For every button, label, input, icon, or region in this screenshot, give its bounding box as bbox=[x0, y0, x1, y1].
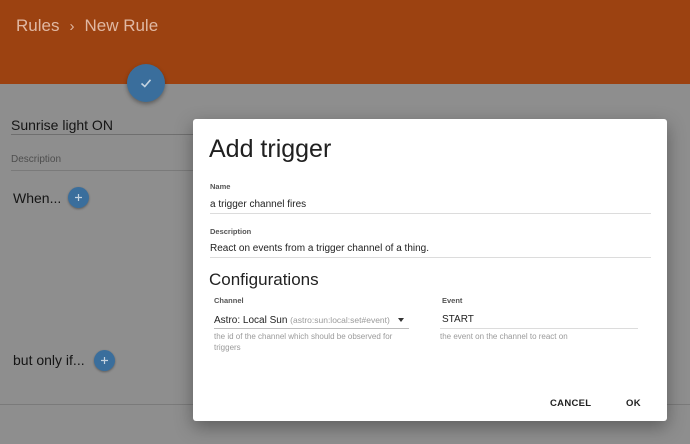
event-label: Event bbox=[442, 296, 463, 305]
only-if-section-label: but only if... bbox=[13, 352, 85, 368]
rule-name-field[interactable]: Sunrise light ON bbox=[11, 117, 113, 133]
rule-description-field[interactable] bbox=[11, 170, 201, 171]
plus-icon bbox=[75, 194, 82, 201]
breadcrumb-separator: › bbox=[69, 17, 75, 35]
rule-name-underline bbox=[11, 134, 201, 135]
event-underline bbox=[440, 328, 638, 329]
cancel-button[interactable]: CANCEL bbox=[550, 398, 591, 409]
event-field[interactable]: START bbox=[442, 314, 474, 325]
configurations-title: Configurations bbox=[209, 270, 319, 289]
app-header: Rules › New Rule bbox=[0, 0, 690, 84]
ok-button[interactable]: OK bbox=[626, 398, 641, 409]
channel-value: Astro: Local Sun bbox=[214, 315, 288, 326]
check-icon bbox=[140, 79, 152, 88]
plus-icon bbox=[101, 357, 108, 364]
breadcrumb-rules[interactable]: Rules bbox=[16, 16, 59, 36]
channel-label: Channel bbox=[214, 296, 244, 305]
add-condition-button[interactable] bbox=[94, 350, 115, 371]
add-trigger-dialog: Add trigger Name a trigger channel fires… bbox=[193, 119, 667, 421]
channel-hint-line1: the id of the channel which should be ob… bbox=[214, 332, 393, 341]
name-underline bbox=[210, 213, 651, 214]
add-trigger-button[interactable] bbox=[68, 187, 89, 208]
description-label: Description bbox=[210, 227, 252, 236]
event-hint: the event on the channel to react on bbox=[440, 332, 568, 341]
name-field[interactable]: a trigger channel fires bbox=[210, 199, 306, 210]
description-underline bbox=[210, 257, 651, 258]
channel-select[interactable]: Astro: Local Sun (astro:sun:local:set#ev… bbox=[214, 315, 390, 326]
channel-hint: the id of the channel which should be ob… bbox=[214, 331, 392, 353]
rule-description-label: Description bbox=[11, 154, 62, 165]
name-label: Name bbox=[210, 182, 231, 191]
dialog-title: Add trigger bbox=[209, 135, 332, 163]
when-section-label: When... bbox=[13, 190, 62, 206]
breadcrumb-current: New Rule bbox=[84, 16, 159, 35]
channel-underline bbox=[214, 328, 409, 329]
save-button[interactable] bbox=[127, 64, 165, 102]
channel-hint-line2: triggers bbox=[214, 343, 241, 352]
description-field[interactable]: React on events from a trigger channel o… bbox=[210, 243, 429, 254]
breadcrumb: Rules › New Rule bbox=[16, 16, 158, 36]
channel-value-detail: (astro:sun:local:set#event) bbox=[290, 315, 390, 325]
chevron-down-icon[interactable] bbox=[398, 318, 404, 322]
